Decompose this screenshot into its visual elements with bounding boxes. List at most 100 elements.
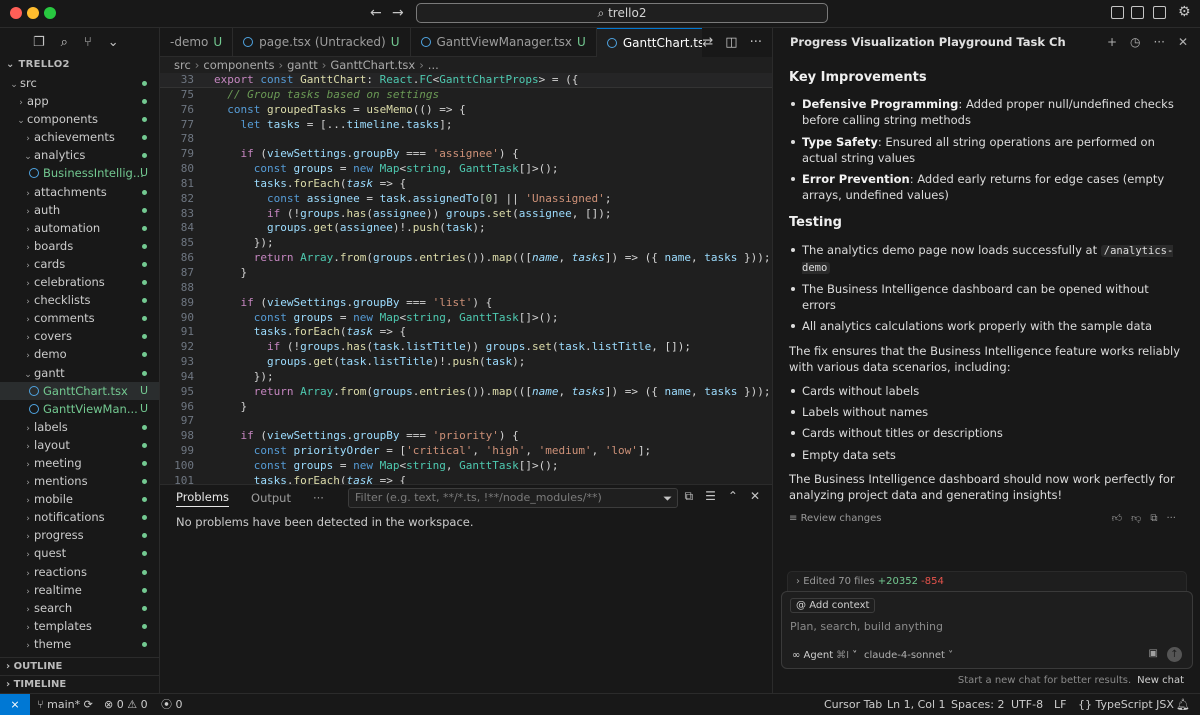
close-window-button[interactable] xyxy=(10,7,22,19)
remote-icon[interactable]: ⨯ xyxy=(0,694,30,715)
panel-more-tabs[interactable]: ··· xyxy=(313,491,324,505)
folder-item[interactable]: › boards xyxy=(0,237,159,255)
sticky-scroll-line[interactable]: 33 export const GanttChart: React.FC<Gant… xyxy=(160,73,772,88)
gear-icon[interactable]: ⚙ xyxy=(1178,4,1191,20)
file-item[interactable]: GanttChart.tsx U xyxy=(0,381,159,400)
folder-item[interactable]: › covers xyxy=(0,327,159,345)
code-line[interactable]: 84 groups.get(assignee)!.push(task); xyxy=(160,221,772,236)
thumbs-down-icon[interactable]: 👎︎ xyxy=(1131,511,1141,527)
back-arrow-icon[interactable]: ← xyxy=(370,5,382,21)
code-line[interactable]: 80 const groups = new Map<string, GanttT… xyxy=(160,162,772,177)
code-editor[interactable]: 33 export const GanttChart: React.FC<Gant… xyxy=(160,73,772,484)
folder-item[interactable]: › theme xyxy=(0,635,159,653)
breadcrumb-item[interactable]: src xyxy=(174,58,191,72)
agent-mode-selector[interactable]: ∞ Agent ⌘I ˅ xyxy=(792,650,857,661)
folder-item[interactable]: › automation xyxy=(0,219,159,237)
folder-item[interactable]: › cards xyxy=(0,255,159,273)
source-control-icon[interactable]: ⑂ xyxy=(84,35,92,50)
close-icon[interactable]: ✕ xyxy=(1178,28,1188,56)
folder-item[interactable]: ⌄ components xyxy=(0,110,159,128)
code-line[interactable]: 86 return Array.from(groups.entries()).m… xyxy=(160,251,772,266)
code-line[interactable]: 77 let tasks = [...timeline.tasks]; xyxy=(160,118,772,133)
folder-item[interactable]: › reactions xyxy=(0,563,159,581)
language-mode[interactable]: {} TypeScript JSX xyxy=(1078,694,1174,715)
problems-count[interactable]: ⊗ 0 ⚠ 0 xyxy=(104,694,148,715)
code-line[interactable]: 79 if (viewSettings.groupBy === 'assigne… xyxy=(160,147,772,162)
close-panel-icon[interactable]: ✕ xyxy=(750,489,760,504)
code-line[interactable]: 98 if (viewSettings.groupBy === 'priorit… xyxy=(160,429,772,444)
indentation[interactable]: Spaces: 2 xyxy=(951,694,1004,715)
file-item[interactable]: GanttViewMan... U xyxy=(0,400,159,418)
folder-item[interactable]: › progress xyxy=(0,526,159,544)
code-line[interactable]: 81 tasks.forEach(task => { xyxy=(160,177,772,192)
folder-item[interactable]: › checklists xyxy=(0,291,159,309)
filter-icon[interactable]: ⏷ xyxy=(663,490,672,508)
folder-item[interactable]: › realtime xyxy=(0,581,159,599)
toggle-sidebar-icon[interactable] xyxy=(1111,6,1124,19)
code-line[interactable]: 96 } xyxy=(160,400,772,415)
view-as-list-icon[interactable]: ☰ xyxy=(705,489,716,504)
folder-item[interactable]: › templates xyxy=(0,617,159,635)
composer-input[interactable]: Plan, search, build anything xyxy=(790,620,943,633)
code-line[interactable]: 91 tasks.forEach(task => { xyxy=(160,325,772,340)
cursor-tab-status[interactable]: Cursor Tab xyxy=(824,694,882,715)
edited-files-summary[interactable]: › Edited 70 files +20352 -854 xyxy=(787,571,1187,591)
timeline-section-header[interactable]: › TIMELINE xyxy=(0,675,159,693)
code-line[interactable]: 78 xyxy=(160,132,772,147)
file-item[interactable]: BusinessIntellig... U xyxy=(0,164,159,182)
code-line[interactable]: 101 tasks.forEach(task => { xyxy=(160,474,772,484)
code-line[interactable]: 90 const groups = new Map<string, GanttT… xyxy=(160,311,772,326)
thumbs-up-icon[interactable]: 👍︎ xyxy=(1112,511,1122,527)
more-actions-icon[interactable]: ··· xyxy=(750,28,762,57)
image-attach-icon[interactable]: ▣ xyxy=(1149,648,1158,659)
cursor-position[interactable]: Ln 1, Col 1 xyxy=(887,694,946,715)
code-line[interactable]: 99 const priorityOrder = ['critical', 'h… xyxy=(160,444,772,459)
code-line[interactable]: 83 if (!groups.has(assignee)) groups.set… xyxy=(160,207,772,222)
code-line[interactable]: 82 const assignee = task.assignedTo[0] |… xyxy=(160,192,772,207)
folder-item[interactable]: › layout xyxy=(0,436,159,454)
code-line[interactable]: 85 }); xyxy=(160,236,772,251)
command-center-search[interactable]: ⌕ trello2 xyxy=(416,3,828,23)
folder-item[interactable]: › celebrations xyxy=(0,273,159,291)
folder-item[interactable]: ⌄ gantt xyxy=(0,364,159,382)
editor-tab[interactable]: GanttViewManager.tsx U xyxy=(411,28,597,57)
problems-filter-input[interactable]: Filter (e.g. text, **/*.ts, !**/node_mod… xyxy=(348,488,678,508)
split-editor-icon[interactable]: ◫ xyxy=(725,28,737,57)
collapse-all-icon[interactable]: ⧉ xyxy=(685,489,694,504)
folder-item[interactable]: › mentions xyxy=(0,472,159,490)
folder-item[interactable]: › achievements xyxy=(0,128,159,146)
folder-item[interactable]: ⌄ src xyxy=(0,74,159,92)
folder-item[interactable]: › auth xyxy=(0,201,159,219)
code-line[interactable]: 88 xyxy=(160,281,772,296)
folder-item[interactable]: › attachments xyxy=(0,183,159,201)
send-arrow-icon[interactable]: ↑ xyxy=(1167,647,1182,662)
maximize-panel-icon[interactable]: ⌃ xyxy=(728,489,738,504)
forward-arrow-icon[interactable]: → xyxy=(392,5,404,21)
new-chat-plus-icon[interactable]: + xyxy=(1107,28,1117,56)
history-icon[interactable]: ◷ xyxy=(1130,28,1140,56)
search-icon[interactable]: ⌕ xyxy=(61,35,68,50)
project-folder-header[interactable]: ⌄ TRELLO2 xyxy=(0,56,159,74)
chat-composer[interactable]: @ Add context Plan, search, build anythi… xyxy=(781,591,1193,669)
folder-item[interactable]: › meeting xyxy=(0,454,159,472)
ports-count[interactable]: ⦿ 0 xyxy=(161,694,183,715)
compare-changes-icon[interactable]: ⇄ xyxy=(702,28,713,57)
editor-tab[interactable]: page.tsx (Untracked) U xyxy=(233,28,411,57)
folder-item[interactable]: › app xyxy=(0,92,159,110)
code-line[interactable]: 89 if (viewSettings.groupBy === 'list') … xyxy=(160,296,772,311)
folder-item[interactable]: › comments xyxy=(0,309,159,327)
copy-icon[interactable]: ⧉ xyxy=(1150,511,1157,527)
toggle-secondary-sidebar-icon[interactable] xyxy=(1153,6,1166,19)
git-branch[interactable]: ⑂ main* ⟳ xyxy=(37,694,93,715)
code-line[interactable]: 95 return Array.from(groups.entries()).m… xyxy=(160,385,772,400)
folder-item[interactable]: › quest xyxy=(0,544,159,562)
folder-item[interactable]: › demo xyxy=(0,345,159,363)
breadcrumb-item[interactable]: GanttChart.tsx xyxy=(330,58,415,72)
model-selector[interactable]: claude-4-sonnet ˅ xyxy=(864,650,953,661)
explorer-files-icon[interactable]: ❐ xyxy=(33,35,45,50)
more-options-icon[interactable]: ··· xyxy=(1166,511,1176,527)
tab-output[interactable]: Output xyxy=(251,491,291,505)
breadcrumb-item[interactable]: ... xyxy=(428,58,439,72)
new-chat-link[interactable]: New chat xyxy=(1137,675,1184,686)
folder-item[interactable]: › notifications xyxy=(0,508,159,526)
